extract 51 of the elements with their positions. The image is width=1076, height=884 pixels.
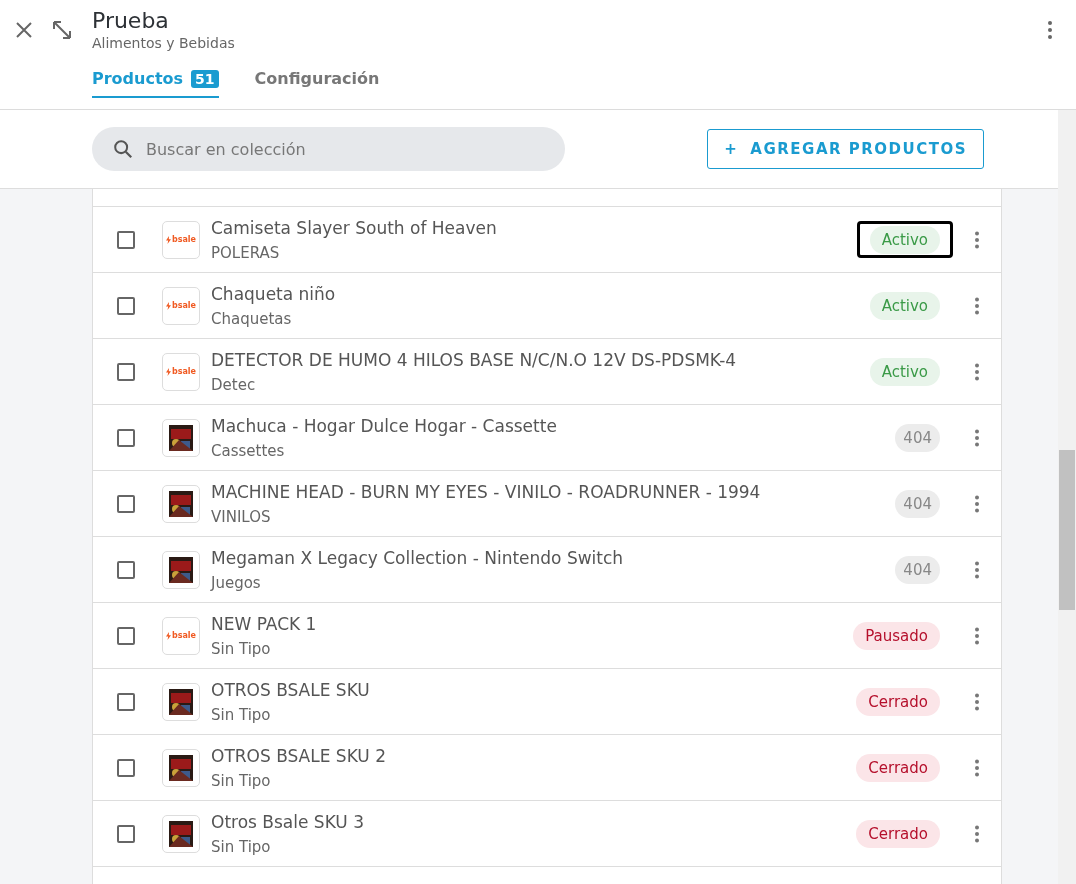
status-badge: Activo bbox=[856, 221, 953, 258]
search-field[interactable]: Buscar en colección bbox=[92, 127, 565, 171]
product-name: OTROS BSALE SKU 2 bbox=[211, 745, 387, 766]
checkbox[interactable] bbox=[117, 692, 135, 711]
product-name: Megaman X Legacy Collection - Nintendo Switch bbox=[211, 547, 625, 568]
checkbox[interactable] bbox=[117, 362, 135, 381]
panel-subtitle: Alimentos y Bebidas bbox=[92, 35, 236, 51]
product-name: Otros Bsale SKU 3 bbox=[211, 811, 365, 832]
product-name: Camiseta Slayer South of Heaven bbox=[211, 217, 498, 238]
product-category: Sin Tipo bbox=[211, 705, 272, 724]
checkbox[interactable] bbox=[117, 230, 135, 249]
checkbox[interactable] bbox=[117, 428, 135, 447]
product-name: Machuca - Hogar Dulce Hogar - Cassette bbox=[211, 415, 558, 436]
brand-logo: bsale bbox=[171, 235, 197, 244]
brand-logo: bsale bbox=[171, 631, 197, 640]
brand-logo: bsale bbox=[171, 301, 197, 310]
expand-icon[interactable] bbox=[50, 18, 74, 42]
brand-logo: bsale bbox=[171, 367, 197, 376]
checkbox[interactable] bbox=[117, 824, 135, 843]
checkbox[interactable] bbox=[117, 560, 135, 579]
product-name: Chaqueta niño bbox=[211, 283, 337, 304]
product-category: Sin Tipo bbox=[211, 837, 272, 856]
tab[interactable]: Configuración bbox=[254, 69, 380, 98]
bolt-icon bbox=[165, 631, 171, 640]
panel-title: Prueba bbox=[92, 8, 170, 33]
scrollbar[interactable] bbox=[1058, 110, 1076, 884]
count-badge: 51 bbox=[191, 69, 219, 88]
product-name: OTROS BSALE SKU bbox=[211, 679, 371, 700]
status-badge: 404 bbox=[882, 485, 953, 522]
product-category: Chaquetas bbox=[211, 309, 293, 328]
status-badge: 404 bbox=[882, 419, 953, 456]
checkbox[interactable] bbox=[117, 626, 135, 645]
bolt-icon bbox=[165, 301, 171, 310]
tab[interactable]: Productos 51 bbox=[92, 69, 219, 98]
bolt-icon bbox=[165, 367, 171, 376]
product-category: POLERAS bbox=[211, 243, 281, 262]
status-badge: 404 bbox=[882, 551, 953, 588]
bolt-icon bbox=[165, 235, 171, 244]
product-category: Detec bbox=[211, 375, 257, 394]
checkbox[interactable] bbox=[117, 296, 135, 315]
add-products-button[interactable]: + AGREGAR PRODUCTOS bbox=[707, 129, 984, 169]
product-category: Cassettes bbox=[211, 441, 286, 460]
product-category: Sin Tipo bbox=[211, 771, 272, 790]
product-name: NEW PACK 1 bbox=[211, 613, 318, 634]
product-category: Juegos bbox=[211, 573, 262, 592]
checkbox[interactable] bbox=[117, 494, 135, 513]
product-name: MACHINE HEAD - BURN MY EYES - VINILO - ROADRUNNER - 1994 bbox=[211, 481, 762, 502]
product-category: Sin Tipo bbox=[211, 639, 272, 658]
checkbox[interactable] bbox=[117, 758, 135, 777]
product-name: DETECTOR DE HUMO 4 HILOS BASE N/C/N.O 12V DS-PDSMK-4 bbox=[211, 349, 738, 370]
product-category: VINILOS bbox=[211, 507, 272, 526]
